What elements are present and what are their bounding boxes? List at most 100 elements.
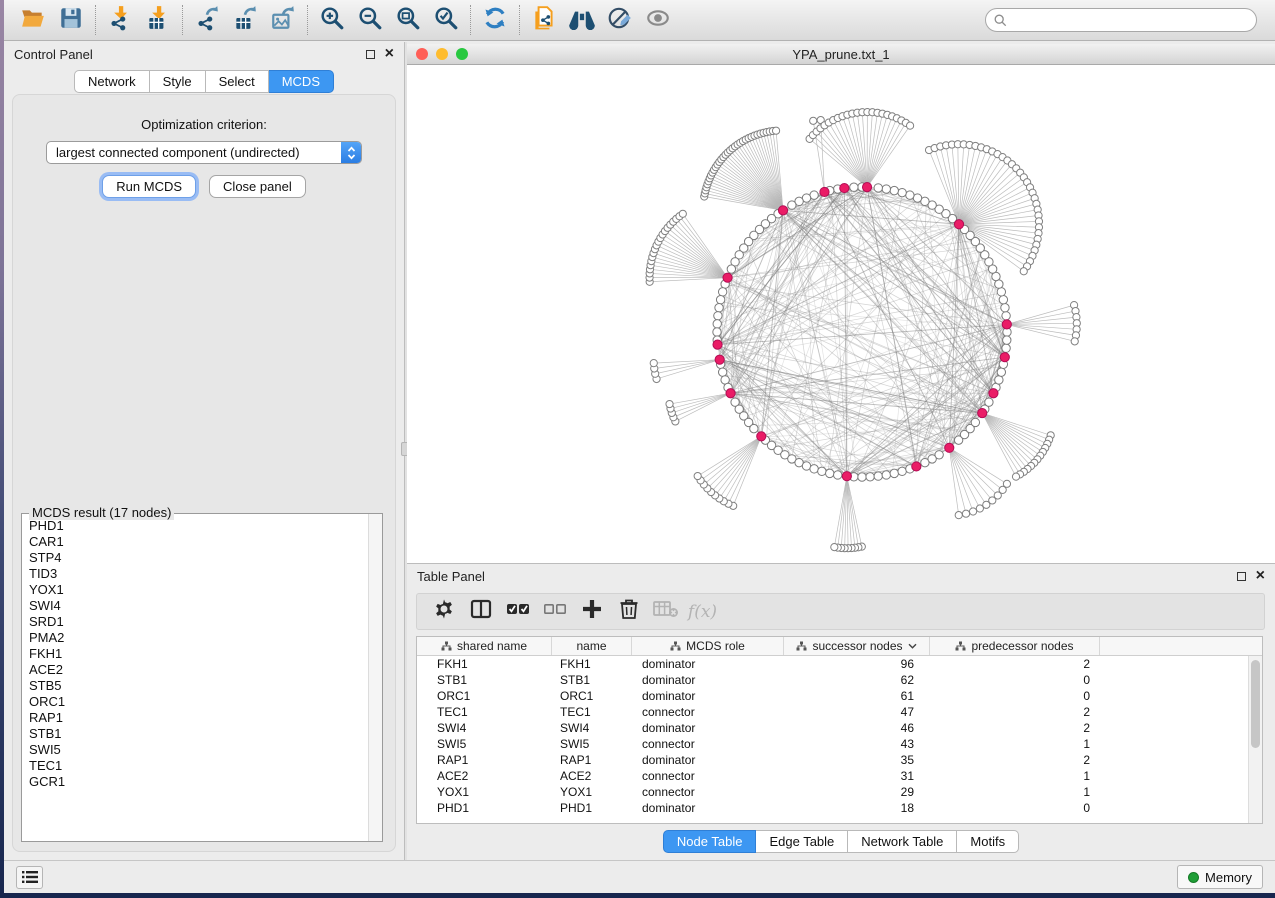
mcds-hub-node[interactable] — [723, 273, 732, 282]
table-row[interactable]: TEC1TEC1connector472 — [417, 704, 1262, 720]
add-row-button[interactable] — [573, 597, 610, 627]
mcds-result-node[interactable]: TEC1 — [29, 758, 368, 774]
mcds-result-node[interactable]: STB1 — [29, 726, 368, 742]
run-mcds-button[interactable]: Run MCDS — [102, 175, 196, 198]
mcds-result-node[interactable]: YOX1 — [29, 582, 368, 598]
show-graphics-details-button[interactable] — [639, 4, 677, 36]
mcds-result-node[interactable]: SWI5 — [29, 742, 368, 758]
show-columns-icon — [470, 599, 492, 624]
mcds-result-node[interactable]: STP4 — [29, 550, 368, 566]
task-history-button[interactable] — [16, 866, 43, 889]
mcds-result-scrollbar[interactable] — [368, 514, 382, 841]
mcds-hub-node[interactable] — [945, 443, 954, 452]
mcds-hub-node[interactable] — [954, 220, 963, 229]
delete-table-button[interactable] — [647, 597, 684, 627]
table-scrollbar-thumb[interactable] — [1251, 660, 1260, 748]
export-image-button[interactable] — [264, 4, 302, 36]
tab-motifs[interactable]: Motifs — [957, 830, 1019, 853]
zoom-selected-button[interactable] — [427, 4, 465, 36]
column-header-MCDS-role[interactable]: MCDS role — [632, 637, 784, 655]
mcds-result-node[interactable]: TID3 — [29, 566, 368, 582]
export-network-button[interactable] — [188, 4, 226, 36]
control-panel-float-icon[interactable] — [366, 50, 375, 59]
network-canvas[interactable] — [407, 65, 1275, 563]
share-document-button[interactable] — [525, 4, 563, 36]
criterion-select[interactable]: largest connected component (undirected) — [46, 141, 362, 164]
mcds-hub-node[interactable] — [978, 408, 987, 417]
delete-rows-button[interactable] — [610, 597, 647, 627]
table-panel-close-icon[interactable]: × — [1256, 568, 1265, 584]
mcds-hub-node[interactable] — [726, 389, 735, 398]
table-row[interactable]: ORC1ORC1dominator610 — [417, 688, 1262, 704]
function-builder-button[interactable]: f(x) — [684, 597, 721, 627]
network-graph[interactable] — [407, 65, 1271, 563]
table-row[interactable]: STB1STB1dominator620 — [417, 672, 1262, 688]
save-session-button[interactable] — [52, 4, 90, 36]
mcds-result-node[interactable]: SWI4 — [29, 598, 368, 614]
toolbar-search-input[interactable] — [1012, 11, 1248, 29]
mcds-hub-node[interactable] — [989, 389, 998, 398]
cell-name: ACE2 — [552, 768, 632, 784]
zoom-fit-button[interactable] — [389, 4, 427, 36]
table-row[interactable]: ACE2ACE2connector311 — [417, 768, 1262, 784]
column-header-predecessor-nodes[interactable]: predecessor nodes — [930, 637, 1100, 655]
table-panel-float-icon[interactable] — [1237, 572, 1246, 581]
mcds-hub-node[interactable] — [1000, 353, 1009, 362]
column-header-shared-name[interactable]: shared name — [417, 637, 552, 655]
close-panel-button[interactable]: Close panel — [209, 175, 306, 198]
deselect-all-rows-button[interactable] — [536, 597, 573, 627]
mcds-result-node[interactable]: ORC1 — [29, 694, 368, 710]
zoom-in-button[interactable] — [313, 4, 351, 36]
table-row[interactable]: RAP1RAP1dominator352 — [417, 752, 1262, 768]
mcds-hub-node[interactable] — [840, 183, 849, 192]
column-header-name[interactable]: name — [552, 637, 632, 655]
mcds-result-node[interactable]: PMA2 — [29, 630, 368, 646]
column-header-successor-nodes[interactable]: successor nodes — [784, 637, 930, 655]
network-window-titlebar[interactable]: YPA_prune.txt_1 — [407, 44, 1275, 65]
tab-select[interactable]: Select — [206, 70, 269, 93]
tab-node-table[interactable]: Node Table — [663, 830, 757, 853]
tab-style[interactable]: Style — [150, 70, 206, 93]
tab-edge-table[interactable]: Edge Table — [756, 830, 848, 853]
select-all-rows-button[interactable] — [499, 597, 536, 627]
mcds-result-node[interactable]: RAP1 — [29, 710, 368, 726]
table-row[interactable]: FKH1FKH1dominator962 — [417, 656, 1262, 672]
zoom-out-button[interactable] — [351, 4, 389, 36]
mcds-result-node[interactable]: SRD1 — [29, 614, 368, 630]
export-table-button[interactable] — [226, 4, 264, 36]
table-row[interactable]: SWI5SWI5connector431 — [417, 736, 1262, 752]
mcds-result-node[interactable]: ACE2 — [29, 662, 368, 678]
table-row[interactable]: YOX1YOX1connector291 — [417, 784, 1262, 800]
mcds-result-node[interactable]: FKH1 — [29, 646, 368, 662]
table-settings-button[interactable] — [425, 597, 462, 627]
memory-button[interactable]: Memory — [1177, 865, 1263, 889]
mcds-result-node[interactable]: CAR1 — [29, 534, 368, 550]
mcds-result-node[interactable]: STB5 — [29, 678, 368, 694]
mcds-hub-node[interactable] — [713, 340, 722, 349]
mcds-result-node[interactable]: PHD1 — [29, 518, 368, 534]
hide-annotations-button[interactable] — [601, 4, 639, 36]
tab-network-table[interactable]: Network Table — [848, 830, 957, 853]
mcds-hub-node[interactable] — [862, 182, 871, 191]
binoculars-button[interactable] — [563, 4, 601, 36]
mcds-hub-node[interactable] — [778, 206, 787, 215]
tab-network[interactable]: Network — [74, 70, 150, 93]
table-row[interactable]: PHD1PHD1dominator180 — [417, 800, 1262, 816]
control-panel-close-icon[interactable]: × — [385, 46, 394, 62]
tab-mcds[interactable]: MCDS — [269, 70, 334, 93]
mcds-hub-node[interactable] — [842, 472, 851, 481]
refresh-view-button[interactable] — [476, 4, 514, 36]
table-scrollbar[interactable] — [1248, 656, 1262, 823]
show-columns-button[interactable] — [462, 597, 499, 627]
mcds-hub-node[interactable] — [820, 187, 829, 196]
mcds-result-node[interactable]: GCR1 — [29, 774, 368, 790]
mcds-hub-node[interactable] — [757, 432, 766, 441]
table-row[interactable]: SWI4SWI4dominator462 — [417, 720, 1262, 736]
open-file-button[interactable] — [14, 4, 52, 36]
column-label: successor nodes — [812, 639, 902, 653]
mcds-hub-node[interactable] — [715, 355, 724, 364]
mcds-hub-node[interactable] — [1002, 320, 1011, 329]
import-network-button[interactable] — [101, 4, 139, 36]
import-table-button[interactable] — [139, 4, 177, 36]
mcds-hub-node[interactable] — [912, 462, 921, 471]
